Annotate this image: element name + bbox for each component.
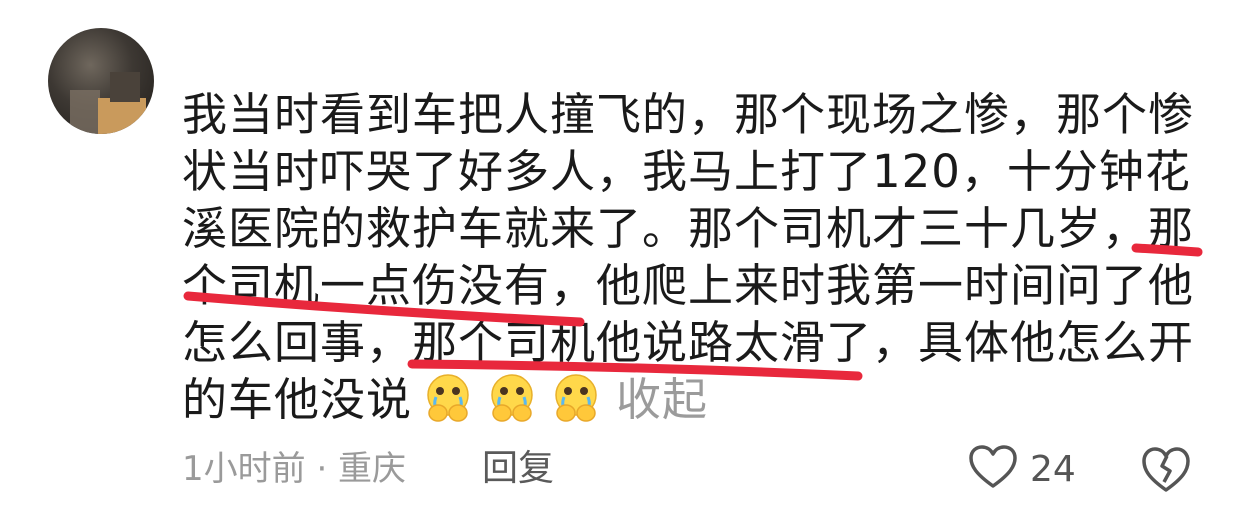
like-count: 24: [1030, 448, 1076, 490]
avatar[interactable]: [48, 28, 154, 134]
like-button[interactable]: 24: [968, 441, 1076, 497]
crying-face-hands-icon: [420, 371, 476, 425]
comment-body: 我当时看到车把人撞飞的，那个现场之惨，那个惨 状当时吓哭了好多人，我马上打了12…: [182, 86, 1195, 428]
crying-face-hands-icon: [548, 371, 604, 425]
comment-last-line: 的车他没说 收起: [182, 371, 1192, 428]
dislike-button[interactable]: [1140, 444, 1192, 496]
heart-icon: [968, 444, 1018, 494]
collapse-link[interactable]: 收起: [616, 373, 708, 426]
comment-line: 状当时吓哭了好多人，我马上打了120，十分钟花: [182, 145, 1191, 198]
reply-button[interactable]: 回复: [482, 445, 554, 493]
comment-line: 怎么回事，那个司机他说路太滑了，具体他怎么开: [182, 316, 1195, 369]
avatar-mosaic: [110, 72, 140, 102]
crying-face-hands-icon: [484, 371, 540, 425]
comment-line: 的车他没说: [182, 373, 413, 426]
broken-heart-icon: [1140, 447, 1192, 500]
comment-meta: 1小时前 · 重庆: [182, 449, 407, 489]
comment-line: 我当时看到车把人撞飞的，那个现场之惨，那个惨: [182, 88, 1195, 141]
comment-line: 溪医院的救护车就来了。那个司机才三十几岁，那: [182, 202, 1195, 255]
comment-line: 个司机一点伤没有，他爬上来时我第一时间问了他: [182, 259, 1195, 312]
avatar-mosaic: [70, 90, 100, 134]
avatar-mosaic: [98, 98, 146, 134]
